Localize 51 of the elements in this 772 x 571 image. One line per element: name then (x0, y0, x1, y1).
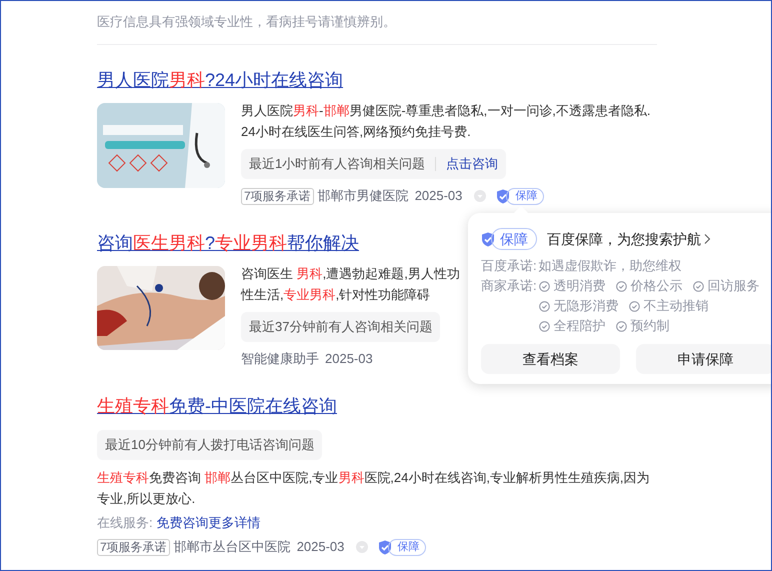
check-circle-icon (538, 300, 550, 312)
popover-title[interactable]: 百度保障，为您搜索护航 (547, 228, 701, 250)
check-circle-icon (538, 320, 550, 332)
promise-item: 回访服务 (708, 277, 760, 295)
source-text: 邯郸市丛台区中医院 (174, 538, 291, 556)
medical-notice: 医疗信息具有强领域专业性，看病挂号请谨慎辨别。 (97, 13, 397, 31)
promise-item: 预约制 (630, 317, 670, 335)
source-text: 邯郸市男健医院 (318, 187, 409, 206)
shield-icon (481, 232, 495, 246)
result-description: 性生活,专业男科,针对性功能障碍 (241, 286, 432, 304)
result-title[interactable]: 男人医院男科?24小时在线咨询 (97, 68, 344, 92)
popover-button[interactable]: 申请保障 (636, 344, 771, 374)
result-description: 专业,所以更放心. (97, 490, 196, 508)
result-title[interactable]: 生殖专科免费-中医院在线咨询 (97, 394, 337, 418)
check-circle-icon (616, 320, 627, 332)
promise-item: 价格公示 (630, 277, 683, 295)
guarantee-badge[interactable]: 保障 (491, 228, 537, 250)
activity-text: 最近10分钟前有人拨打电话咨询问题 (105, 436, 314, 454)
date-text: 2025-03 (296, 538, 344, 556)
result-title[interactable]: 咨询医生男科?专业男科帮你解决 (97, 231, 360, 255)
consult-link[interactable]: 点击咨询 (446, 154, 498, 174)
promise-item: 不主动推销 (644, 297, 709, 315)
service-label: 在线服务: (97, 515, 153, 530)
activity-text: 最近37分钟前有人咨询相关问题 (249, 318, 432, 336)
guarantee-badge[interactable]: 保障 (506, 188, 544, 204)
result-description: 生殖专科免费咨询 邯郸丛台区中医院,专业男科医院,24小时在线咨询,专业解析男性生殖疾病,因为 (97, 469, 651, 487)
promise-text: 如遇虚假欺诈，助您维权 (538, 257, 682, 275)
result-description: 男人医院男科-邯郸男健医院-尊重患者隐私,一对一问诊,不透露患者隐私. (241, 102, 651, 120)
check-circle-icon (628, 300, 640, 312)
promise-item: 全程陪护 (554, 317, 606, 335)
chevron-right-icon[interactable] (703, 233, 711, 245)
guarantee-badge[interactable]: 保障 (388, 538, 426, 556)
check-circle-icon (538, 280, 550, 292)
promise-label: 商家承诺: (481, 277, 537, 295)
source-text: 智能健康助手 (241, 350, 319, 368)
shield-icon (378, 540, 392, 554)
popover-button[interactable]: 查看档案 (481, 344, 620, 374)
result-description: 咨询医生 男科,遭遇勃起难题,男人性功 (241, 265, 460, 283)
promise-item: 透明消费 (554, 277, 606, 295)
check-circle-icon (616, 280, 627, 292)
promise-label: 百度承诺: (481, 257, 537, 275)
check-circle-icon (692, 280, 704, 292)
service-tag: 7项服务承诺 (97, 538, 170, 556)
date-text: 2025-03 (414, 187, 462, 206)
service-link[interactable]: 免费咨询更多详情 (156, 515, 261, 530)
activity-text: 最近1小时前有人咨询相关问题 (249, 155, 426, 174)
promise-item: 无隐形消费 (554, 297, 619, 315)
result-description: 24小时在线医生问答,网络预约免挂号费. (241, 123, 472, 141)
shield-icon (496, 188, 510, 204)
service-tag: 7项服务承诺 (241, 188, 314, 204)
date-text: 2025-03 (325, 350, 373, 368)
